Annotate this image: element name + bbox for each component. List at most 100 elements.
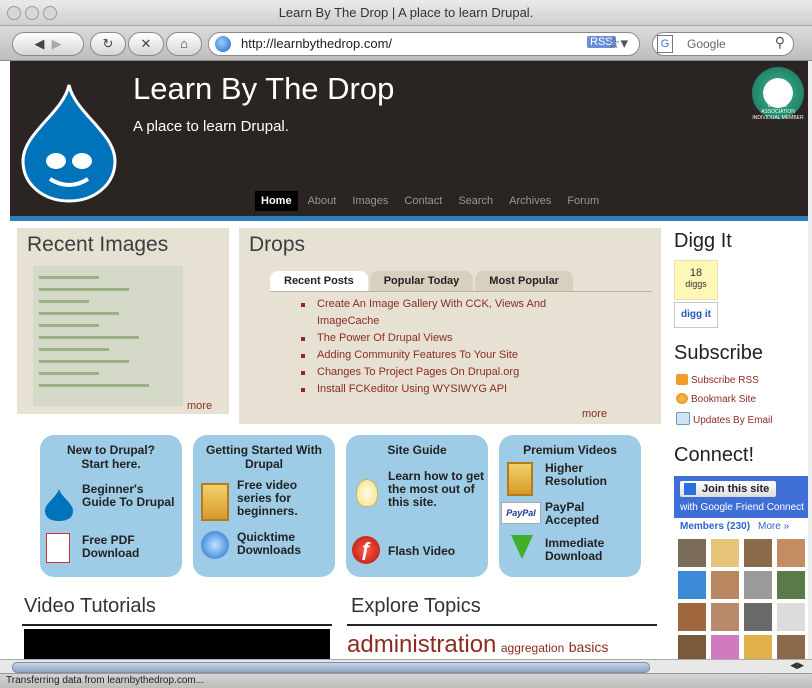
join-site-label[interactable]: Join this site [702, 483, 769, 495]
quicktime-icon [201, 531, 229, 559]
thumb-detail [39, 300, 89, 303]
search-input[interactable]: Google [687, 37, 726, 51]
updates-by-email-link[interactable]: Updates By Email [676, 412, 772, 426]
beginners-guide-link[interactable]: Beginner's Guide To Drupal [82, 483, 178, 509]
reload-button[interactable]: ↻ [90, 32, 126, 56]
avatar[interactable] [777, 571, 805, 599]
address-input[interactable]: http://learnbythedrop.com/ [241, 36, 392, 51]
address-bar[interactable]: http://learnbythedrop.com/ RSS ☆▾ [208, 32, 640, 56]
home-icon[interactable]: ⌂ [180, 36, 188, 51]
scrollbar-thumb[interactable] [12, 662, 650, 673]
avatar[interactable] [711, 603, 739, 631]
avatar[interactable] [744, 571, 772, 599]
post-link[interactable]: Install FCKeditor Using WYSIWYG API [301, 381, 607, 398]
card-premium-videos[interactable]: Premium Videos Higher Resolution PayPal … [499, 435, 641, 577]
avatar[interactable] [678, 539, 706, 567]
avatar[interactable] [678, 571, 706, 599]
card-title: Premium Videos [523, 443, 617, 457]
join-subtitle: with Google Friend Connect [680, 502, 804, 513]
vertical-scrollbar[interactable] [808, 61, 812, 659]
avatar[interactable] [678, 635, 706, 659]
nav-archives[interactable]: Archives [503, 191, 557, 211]
download-arrow-icon [511, 535, 533, 559]
avatar[interactable] [711, 635, 739, 659]
learn-how-link[interactable]: Learn how to get the most out of this si… [388, 470, 484, 509]
tab-popular-today[interactable]: Popular Today [369, 271, 474, 291]
free-pdf-download-link[interactable]: Free PDF Download [82, 534, 178, 560]
post-link[interactable]: Adding Community Features To Your Site [301, 347, 607, 364]
paypal-icon: PayPal [501, 502, 541, 524]
search-box[interactable]: G Google ⚲ [652, 32, 794, 56]
tag-link[interactable]: administration [347, 631, 496, 658]
members-count[interactable]: Members (230) [680, 521, 750, 532]
updates-by-email-label[interactable]: Updates By Email [693, 415, 772, 426]
avatar[interactable] [711, 539, 739, 567]
recent-image-thumbnail[interactable] [33, 266, 183, 406]
members-more-link[interactable]: More » [758, 521, 789, 532]
subscribe-title: Subscribe [674, 342, 763, 364]
bookmark-site-link[interactable]: Bookmark Site [676, 393, 756, 405]
nav-about[interactable]: About [302, 191, 343, 211]
immediate-download-text: Immediate Download [545, 536, 605, 563]
quicktime-downloads-link[interactable]: Quicktime Downloads [237, 531, 331, 557]
free-video-series-link[interactable]: Free video series for beginners. [237, 479, 331, 518]
tag-link[interactable]: aggregation [501, 641, 564, 655]
drops-more-link[interactable]: more [582, 408, 607, 420]
browser-toolbar: ◀ ▶ ↻ ✕ ⌂ http://learnbythedrop.com/ RSS… [0, 26, 812, 61]
post-link[interactable]: Changes To Project Pages On Drupal.org [301, 364, 607, 381]
video-player[interactable] [24, 629, 330, 659]
card-title: Getting Started With Drupal [206, 443, 322, 471]
stop-button[interactable]: ✕ [128, 32, 164, 56]
back-icon[interactable]: ◀ [34, 36, 44, 51]
tag-link[interactable]: basics [569, 639, 609, 655]
avatar[interactable] [678, 603, 706, 631]
digg-counter[interactable]: 18 diggs [674, 260, 718, 300]
avatar[interactable] [777, 539, 805, 567]
post-link[interactable]: The Power Of Drupal Views [301, 330, 607, 347]
drops-tabs: Recent Posts Popular Today Most Popular [270, 271, 575, 291]
bookmark-site-label[interactable]: Bookmark Site [691, 394, 756, 405]
main-navigation: Home About Images Contact Search Archives Foru… [255, 191, 609, 213]
reload-icon[interactable]: ↻ [103, 36, 114, 51]
back-forward-button[interactable]: ◀ ▶ [12, 32, 84, 56]
connect-title: Connect! [674, 444, 755, 466]
forward-icon[interactable]: ▶ [52, 36, 62, 51]
tab-most-popular[interactable]: Most Popular [475, 271, 573, 291]
card-site-guide[interactable]: Site Guide Learn how to get the most out… [346, 435, 488, 577]
horizontal-scrollbar[interactable]: ◀▶ [0, 659, 812, 673]
nav-search[interactable]: Search [452, 191, 499, 211]
drupal-association-badge-icon[interactable]: DRUPAL ASSOCIATION INDIVIDUAL MEMBER [752, 67, 804, 121]
avatar[interactable] [744, 603, 772, 631]
site-title[interactable]: Learn By The Drop [133, 71, 394, 107]
home-button[interactable]: ⌂ [166, 32, 202, 56]
subscribe-rss-label[interactable]: Subscribe RSS [691, 375, 759, 386]
stop-icon[interactable]: ✕ [141, 36, 152, 51]
card-getting-started[interactable]: Getting Started With Drupal Free video s… [193, 435, 335, 577]
avatar[interactable] [744, 539, 772, 567]
digg-it-button[interactable]: digg it [674, 302, 718, 328]
search-engine-icon[interactable]: G [657, 35, 673, 53]
post-link[interactable]: Create An Image Gallery With CCK, Views … [301, 296, 607, 330]
avatar[interactable] [777, 635, 805, 659]
flash-video-link[interactable]: Flash Video [388, 545, 484, 558]
recent-images-more-link[interactable]: more [187, 400, 212, 412]
nav-contact[interactable]: Contact [398, 191, 448, 211]
nav-home[interactable]: Home [255, 191, 298, 211]
thumb-detail [39, 324, 99, 327]
avatar[interactable] [744, 635, 772, 659]
scroll-arrows-icon[interactable]: ◀▶ [790, 660, 804, 671]
video-tutorials-heading: Video Tutorials [24, 595, 156, 617]
nav-images[interactable]: Images [346, 191, 394, 211]
avatar[interactable] [711, 571, 739, 599]
card-new-to-drupal[interactable]: New to Drupal? Start here. Beginner's Gu… [40, 435, 182, 577]
drupal-logo-icon[interactable] [20, 83, 118, 203]
thumb-detail [39, 360, 129, 363]
avatar[interactable] [777, 603, 805, 631]
thumb-detail [39, 288, 129, 291]
bookmark-star-icon[interactable]: ☆▾ [607, 34, 628, 52]
tab-recent-posts[interactable]: Recent Posts [270, 271, 368, 291]
nav-forum[interactable]: Forum [561, 191, 605, 211]
join-site-button[interactable]: Join this site [680, 481, 776, 497]
subscribe-rss-link[interactable]: Subscribe RSS [676, 374, 759, 386]
search-icon[interactable]: ⚲ [775, 34, 785, 51]
